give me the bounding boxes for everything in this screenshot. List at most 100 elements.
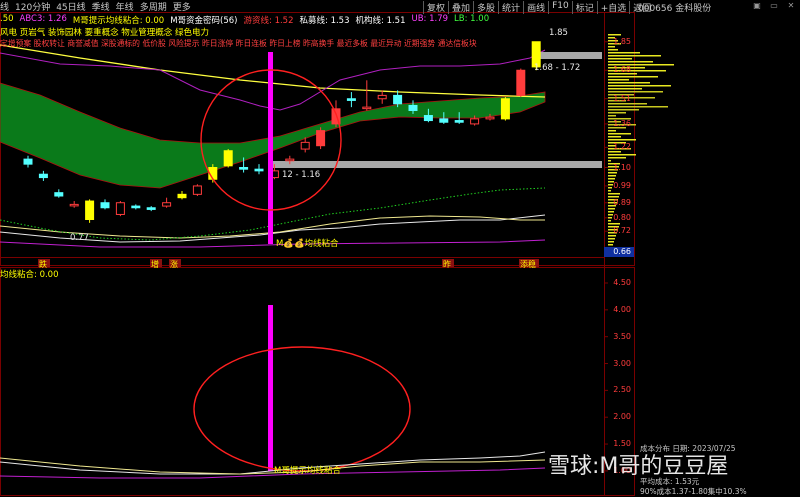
candle-body bbox=[177, 193, 187, 199]
profile-bar bbox=[608, 154, 636, 156]
profile-bar bbox=[608, 130, 616, 132]
main-signal-text: 均线粘合 bbox=[304, 239, 339, 249]
profile-bar bbox=[608, 88, 642, 90]
profile-bar bbox=[608, 82, 650, 84]
price-axis-tick-label: 0.72 bbox=[613, 226, 631, 236]
profile-bar bbox=[608, 76, 658, 78]
tool-stats-button[interactable]: 统计 bbox=[498, 1, 523, 14]
concept-list: 风电 页岩气 装饰园林 要重概念 物业管理概念 绿色电力 bbox=[0, 28, 210, 38]
money-bag-icon: 💰 bbox=[283, 239, 294, 249]
price-axis-tick-label: 1.22 bbox=[613, 142, 631, 152]
profile-bar bbox=[608, 175, 616, 177]
profile-bar bbox=[608, 208, 615, 210]
candle-body bbox=[439, 118, 449, 123]
profile-bar bbox=[608, 244, 613, 246]
main-signal-marker: M💰💰均线粘合 bbox=[276, 237, 339, 249]
chart-canvas[interactable] bbox=[0, 0, 800, 496]
profile-bar bbox=[608, 79, 629, 81]
profile-bar bbox=[608, 61, 653, 63]
minimize-icon[interactable]: ▭ bbox=[767, 1, 781, 11]
highlight-circle-lower bbox=[193, 346, 411, 472]
price-axis-tick-label: 1.36 bbox=[613, 118, 631, 128]
profile-bar bbox=[608, 136, 621, 138]
tool-draw-button[interactable]: 画线 bbox=[523, 1, 548, 14]
candle-body bbox=[346, 98, 356, 101]
profile-bar bbox=[608, 46, 615, 48]
lower-signal-marker: M哥提示均线粘合 bbox=[274, 466, 341, 476]
candle-body bbox=[516, 69, 526, 96]
period-tabs: 线 120分钟 45日线 季线 年线 多周期 更多 bbox=[0, 0, 191, 13]
price-axis-tick-label: 0.80 bbox=[613, 212, 631, 222]
support-bar bbox=[268, 161, 602, 168]
range-top-annotation: 1.68 - 1.72 bbox=[534, 63, 581, 73]
candle-body bbox=[38, 173, 48, 179]
profile-bar bbox=[608, 241, 614, 243]
candle-body bbox=[23, 158, 33, 165]
tool-f10-button[interactable]: F10 bbox=[548, 1, 572, 14]
period-tab-more[interactable]: 更多 bbox=[173, 0, 191, 13]
indicator-line: .50 ABC3: 1.26 M哥提示均线粘合: 0.00 M哥资金密码(56)… bbox=[0, 14, 490, 26]
lower-axis-tick-label: 3.00 bbox=[613, 358, 631, 368]
price-axis-tick-label: 1.85 bbox=[613, 36, 631, 46]
period-tab-45day[interactable]: 45日线 bbox=[56, 0, 85, 13]
indicator-m-tip: M哥提示均线粘合: 0.00 bbox=[72, 16, 165, 26]
period-tab-multi[interactable]: 多周期 bbox=[140, 0, 167, 13]
profile-bar bbox=[608, 112, 626, 114]
candle-body bbox=[100, 202, 110, 209]
period-tab-120min[interactable]: 120分钟 bbox=[15, 0, 50, 13]
profile-bar bbox=[608, 34, 621, 36]
cost-panel-range: 90%成本1.37-1.80集中10.3% bbox=[640, 487, 747, 496]
profile-bar bbox=[608, 190, 611, 192]
indicator-private-line: 私募线: 1.53 bbox=[299, 16, 350, 26]
profile-bar bbox=[608, 91, 663, 93]
price-axis-tick-label: 0.89 bbox=[613, 197, 631, 207]
lower-axis-tick-label: 1.50 bbox=[613, 439, 631, 449]
period-tab-quarter[interactable]: 季线 bbox=[92, 0, 110, 13]
candle-body bbox=[393, 94, 403, 105]
indicator-inst-line: 机构线: 1.51 bbox=[355, 16, 406, 26]
candle-body bbox=[254, 168, 264, 172]
indicator-m-fund[interactable]: M哥资金密码(56) bbox=[170, 14, 237, 26]
profile-bar bbox=[608, 178, 615, 180]
candle-body bbox=[54, 192, 64, 197]
tool-add-watch-button[interactable]: +自选 bbox=[596, 1, 630, 14]
candle-body bbox=[500, 98, 510, 120]
candle-body bbox=[239, 167, 249, 170]
price-axis-tick-label: 1.68 bbox=[613, 65, 631, 75]
profile-bar bbox=[608, 235, 616, 237]
period-tab-year[interactable]: 年线 bbox=[116, 0, 134, 13]
profile-bar bbox=[608, 238, 615, 240]
profile-bar bbox=[608, 133, 631, 135]
restore-icon[interactable]: ▣ bbox=[750, 1, 764, 11]
profile-bar bbox=[608, 193, 620, 195]
price-axis-tick-label: 1.10 bbox=[613, 162, 631, 172]
lower-axis-tick-label: 2.00 bbox=[613, 412, 631, 422]
tool-overlay-button[interactable]: 叠加 bbox=[448, 1, 473, 14]
money-bag-icon: 💰 bbox=[293, 239, 305, 249]
chart-tools: 复权 叠加 多股 统计 画线 F10 标记 +自选 返回 bbox=[423, 1, 654, 14]
profile-bar bbox=[608, 55, 661, 57]
tool-mark-button[interactable]: 标记 bbox=[571, 1, 597, 14]
indicator-lb: LB: 1.00 bbox=[454, 14, 490, 24]
candle-body bbox=[300, 141, 310, 150]
candle-body bbox=[316, 130, 326, 147]
candle-body bbox=[470, 118, 480, 125]
lower-panel-title: 均线粘合: 0.00 bbox=[0, 270, 59, 280]
period-tab-0[interactable]: 线 bbox=[0, 0, 9, 13]
price-axis-tick-label: 0.99 bbox=[613, 180, 631, 190]
profile-bar bbox=[608, 115, 616, 117]
lower-axis-tick-label: 4.50 bbox=[613, 278, 631, 287]
tool-multi-stock-button[interactable]: 多股 bbox=[473, 1, 498, 14]
close-icon[interactable]: ✕ bbox=[784, 1, 798, 11]
resistance-bar bbox=[540, 52, 602, 59]
candle-body bbox=[146, 207, 156, 210]
indicator-p50: .50 bbox=[0, 14, 14, 24]
profile-bar bbox=[608, 157, 626, 159]
tool-fuquan-button[interactable]: 复权 bbox=[423, 1, 448, 14]
event-label-3: 昨 bbox=[443, 260, 451, 269]
lower-panel-border bbox=[0, 267, 635, 496]
indicator-float-line: 游资线: 1.52 bbox=[243, 16, 294, 26]
candle-body bbox=[192, 185, 202, 195]
profile-bar bbox=[608, 106, 668, 108]
indicator-abc3: ABC3: 1.26 bbox=[19, 14, 67, 24]
